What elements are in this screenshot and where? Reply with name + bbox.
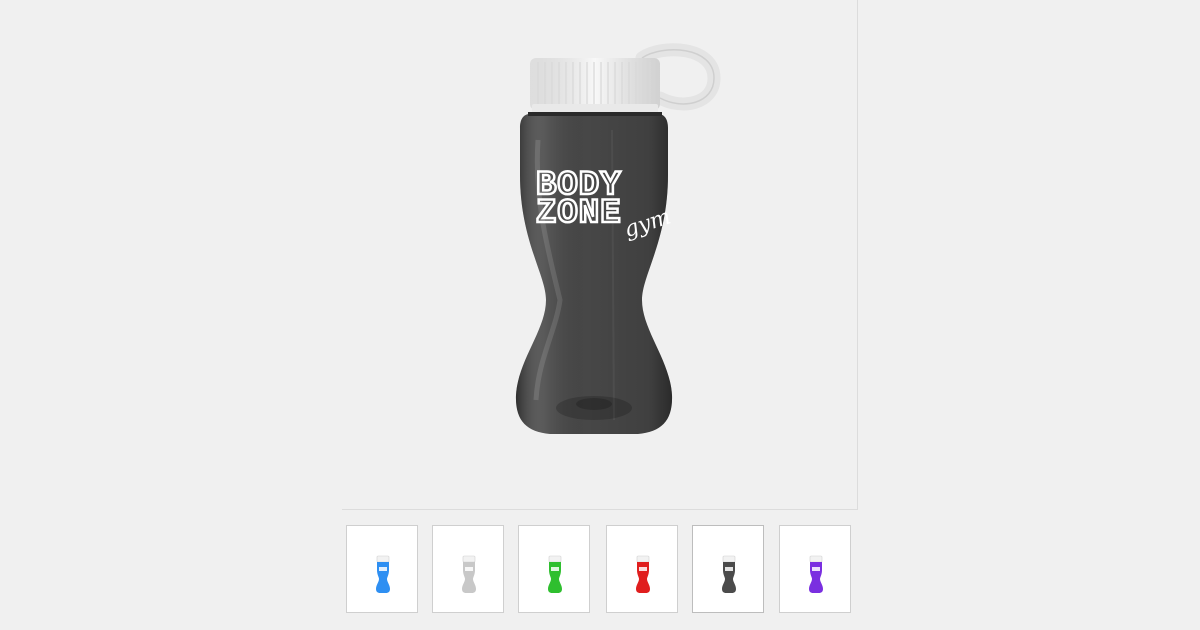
- imprint-logo-line2: ZONE: [536, 195, 622, 233]
- thumbnail-bottle-icon: [376, 555, 390, 593]
- thumbnail-bottle-icon: [636, 555, 650, 593]
- thumbnail-bottle-icon: [722, 555, 736, 593]
- product-gallery: BODY ZONE gym: [0, 0, 1200, 630]
- water-bottle-image: BODY ZONE gym: [515, 43, 721, 434]
- thumbnail-2[interactable]: [432, 525, 504, 613]
- thumbnail-5[interactable]: [692, 525, 764, 613]
- thumbnail-4[interactable]: [606, 525, 678, 613]
- thumbnail-bottle-icon: [462, 555, 476, 593]
- thumbnail-bottle-icon: [548, 555, 562, 593]
- thumbnail-strip: [346, 525, 854, 613]
- thumbnail-3[interactable]: [518, 525, 590, 613]
- thumbnail-6[interactable]: [779, 525, 851, 613]
- thumbnail-1[interactable]: [346, 525, 418, 613]
- main-product-image[interactable]: BODY ZONE gym: [342, 0, 858, 510]
- thumbnail-bottle-icon: [809, 555, 823, 593]
